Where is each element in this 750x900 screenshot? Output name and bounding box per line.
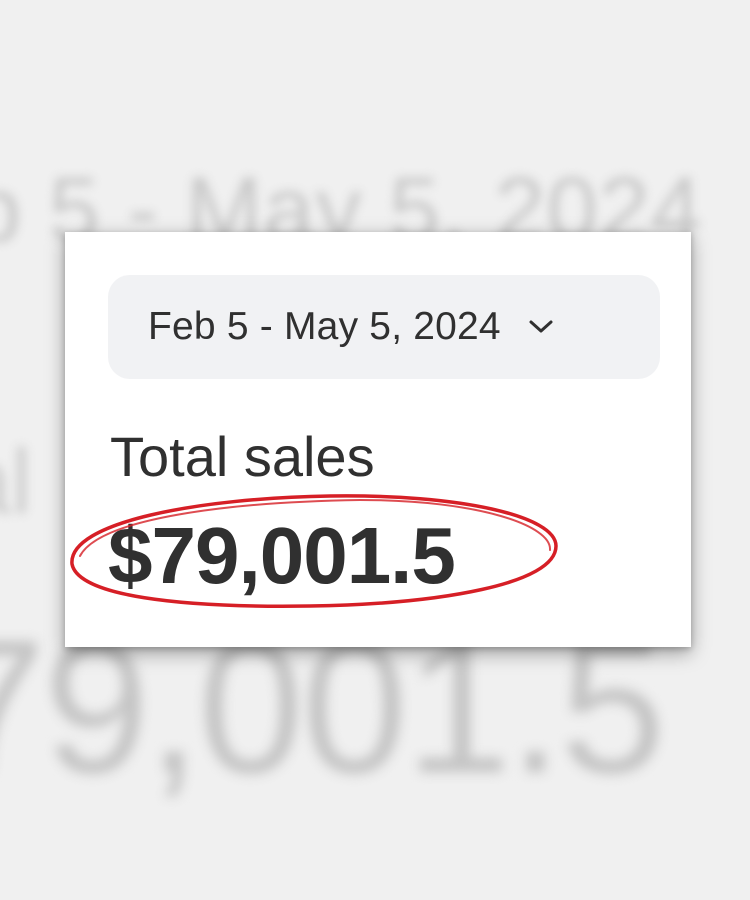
- total-sales-value: $79,001.5: [108, 511, 456, 600]
- total-sales-label: Total sales: [110, 425, 375, 488]
- date-range-label: Feb 5 - May 5, 2024: [148, 305, 501, 348]
- date-range-picker[interactable]: Feb 5 - May 5, 2024: [108, 275, 660, 379]
- sales-card: Feb 5 - May 5, 2024 Total sales $79,001.…: [65, 232, 691, 647]
- chevron-down-icon: [527, 318, 555, 336]
- background-blurred-label: al: [0, 431, 32, 533]
- screenshot-stage: b 5 - May 5, 2024 al 79,001.5 Feb 5 - Ma…: [0, 0, 750, 900]
